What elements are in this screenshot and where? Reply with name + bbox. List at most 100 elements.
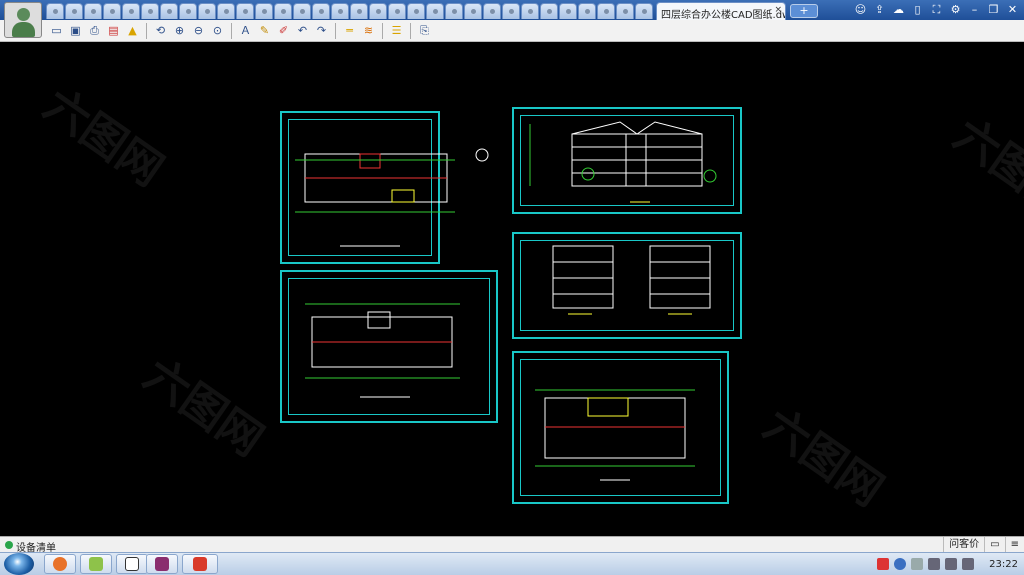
fullscreen-icon[interactable]: ⛶: [929, 2, 944, 17]
toolbar-divider: [335, 23, 336, 39]
document-tab[interactable]: [236, 3, 254, 19]
taskbar-app-archive[interactable]: [146, 554, 178, 574]
menu-icon[interactable]: ≡: [1004, 537, 1024, 553]
toolbar-divider: [410, 23, 411, 39]
document-tab[interactable]: [312, 3, 330, 19]
dimension-icon[interactable]: ≋: [360, 22, 377, 39]
document-tab[interactable]: [103, 3, 121, 19]
floor-plan-3-linework: [535, 389, 695, 481]
pen-icon[interactable]: ✎: [256, 22, 273, 39]
toolbar: ▭ ▣ ⎙ ▤ ▲ ⟲ ⊕ ⊖ ⊙ Ａ ✎ ✐ ↶ ↷ ═ ≋ ☰ ⎘: [0, 20, 1024, 42]
toolbar-buttons: ▭ ▣ ⎙ ▤ ▲ ⟲ ⊕ ⊖ ⊙ Ａ ✎ ✐ ↶ ↷ ═ ≋ ☰ ⎘: [48, 22, 433, 40]
document-tab[interactable]: [331, 3, 349, 19]
undo-icon[interactable]: ↶: [294, 22, 311, 39]
floor-plan-2-linework: [305, 303, 460, 398]
app-window: 四层综合办公楼CAD图纸.dwg × + ☺ ⇪ ☁ ▯ ⛶ ⚙ – ❐ ✕ ▭…: [0, 0, 1024, 575]
settings-icon[interactable]: ⚙: [948, 2, 963, 17]
taskbar-app-favorites[interactable]: [80, 554, 112, 574]
document-tab[interactable]: [635, 3, 653, 19]
user-icon[interactable]: ☺: [853, 2, 868, 17]
window-controls: ☺ ⇪ ☁ ▯ ⛶ ⚙ – ❐ ✕: [853, 2, 1020, 18]
open-icon[interactable]: ▭: [48, 22, 65, 39]
document-tab[interactable]: [350, 3, 368, 19]
print-icon[interactable]: ⎙: [86, 22, 103, 39]
document-tab[interactable]: [502, 3, 520, 19]
help-icon[interactable]: [894, 558, 907, 570]
section-linework: [552, 245, 711, 315]
share-icon[interactable]: ⇪: [872, 2, 887, 17]
input-method-icon[interactable]: [877, 558, 890, 570]
drawing-canvas[interactable]: 六图网 六图网 六图网 六图网: [0, 42, 1024, 536]
document-tab[interactable]: [578, 3, 596, 19]
new-tab-button[interactable]: +: [790, 4, 818, 18]
document-tab[interactable]: [141, 3, 159, 19]
pdf-icon[interactable]: ▤: [105, 22, 122, 39]
restore-icon[interactable]: ❐: [986, 2, 1001, 17]
document-tab[interactable]: [255, 3, 273, 19]
document-tab[interactable]: [559, 3, 577, 19]
document-tab[interactable]: [274, 3, 292, 19]
status-bar: 设备清单 问客价 ▭ ≡: [0, 536, 1024, 554]
lock-icon[interactable]: ▲: [124, 22, 141, 39]
document-tab[interactable]: [84, 3, 102, 19]
volume-icon[interactable]: [945, 558, 958, 570]
document-tab[interactable]: [293, 3, 311, 19]
taskbar-app-browser[interactable]: [44, 554, 76, 574]
document-tab[interactable]: [407, 3, 425, 19]
document-tab[interactable]: [388, 3, 406, 19]
document-tab[interactable]: [217, 3, 235, 19]
zoom-window-icon[interactable]: ⊙: [209, 22, 226, 39]
document-tab[interactable]: [616, 3, 634, 19]
price-inquiry-link[interactable]: 问客价: [943, 537, 984, 553]
measure-icon[interactable]: ═: [341, 22, 358, 39]
document-tab[interactable]: [521, 3, 539, 19]
clock[interactable]: 23:22: [989, 559, 1018, 570]
taskbar-app-cad-viewer[interactable]: [182, 554, 218, 574]
close-icon[interactable]: ✕: [1005, 2, 1020, 17]
document-tab[interactable]: [369, 3, 387, 19]
toolbar-divider: [382, 23, 383, 39]
document-tab[interactable]: [483, 3, 501, 19]
user-avatar[interactable]: [4, 2, 42, 38]
document-tab[interactable]: [198, 3, 216, 19]
toolbar-divider: [146, 23, 147, 39]
document-tab[interactable]: [46, 3, 64, 19]
save-icon[interactable]: ▣: [67, 22, 84, 39]
close-tab-icon[interactable]: ×: [774, 5, 782, 15]
system-tray: 23:22: [877, 553, 1024, 575]
flag-icon[interactable]: [962, 558, 975, 570]
document-tab[interactable]: [540, 3, 558, 19]
start-button[interactable]: [4, 553, 34, 575]
chat-icon[interactable]: ▭: [984, 537, 1004, 553]
redo-icon[interactable]: ↷: [313, 22, 330, 39]
drawing-linework: [295, 121, 717, 481]
toolbar-divider: [231, 23, 232, 39]
document-tab[interactable]: [426, 3, 444, 19]
status-dot-icon: [5, 541, 13, 549]
document-tab[interactable]: [122, 3, 140, 19]
marker-icon[interactable]: ✐: [275, 22, 292, 39]
document-tab[interactable]: [445, 3, 463, 19]
taskbar-app-chat[interactable]: [116, 554, 148, 574]
zoom-in-icon[interactable]: ⊕: [171, 22, 188, 39]
zoom-out-icon[interactable]: ⊖: [190, 22, 207, 39]
document-tabs: [46, 3, 658, 19]
document-tab[interactable]: [597, 3, 615, 19]
document-tab[interactable]: [65, 3, 83, 19]
mobile-icon[interactable]: ▯: [910, 2, 925, 17]
floor-plan-1-linework: [295, 148, 489, 247]
cloud-icon[interactable]: ☁: [891, 2, 906, 17]
text-icon[interactable]: Ａ: [237, 22, 254, 39]
document-tab[interactable]: [464, 3, 482, 19]
tab-active-drawing[interactable]: 四层综合办公楼CAD图纸.dwg ×: [656, 2, 786, 20]
avatar-head: [17, 8, 30, 21]
avatar-body: [12, 22, 35, 37]
layers-icon[interactable]: ☰: [388, 22, 405, 39]
minimize-icon[interactable]: –: [967, 2, 982, 17]
zoom-extents-icon[interactable]: ⟲: [152, 22, 169, 39]
document-tab[interactable]: [160, 3, 178, 19]
tray-expand-icon[interactable]: [911, 558, 924, 570]
export-icon[interactable]: ⎘: [416, 22, 433, 39]
network-icon[interactable]: [928, 558, 941, 570]
document-tab[interactable]: [179, 3, 197, 19]
